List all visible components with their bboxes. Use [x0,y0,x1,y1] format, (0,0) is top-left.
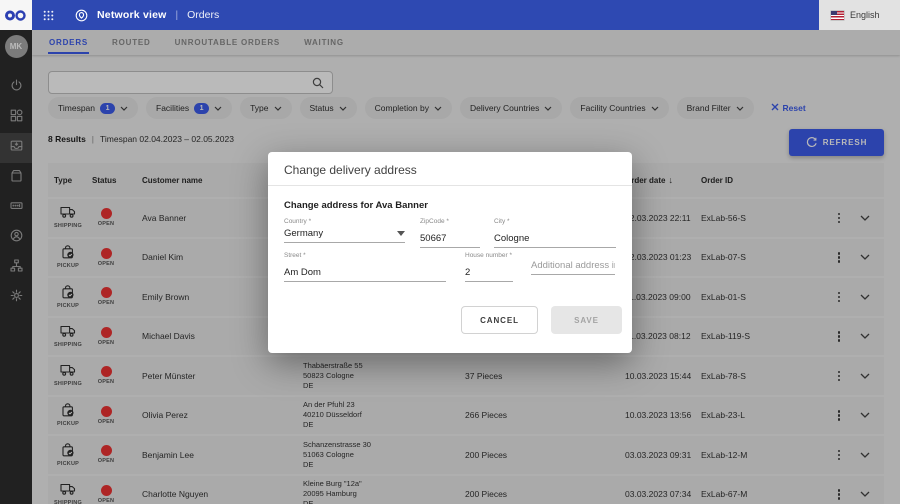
zipcode-label: ZipCode * [420,218,480,225]
street-input[interactable] [284,267,446,282]
modal-divider [268,185,632,186]
us-flag-icon [831,11,844,20]
top-bar-main: Network view | Orders [32,0,819,30]
change-delivery-address-modal: Change delivery address Change address f… [268,152,632,353]
additional-address-field [531,255,615,275]
city-field: City * [494,218,616,248]
language-selector[interactable]: English [819,0,900,30]
network-view-icon [75,9,88,22]
street-label: Street * [284,252,446,259]
nav-title: Network view [97,9,167,21]
nav-separator: | [176,10,179,21]
brand-logo-icon [4,9,28,22]
street-field: Street * [284,252,446,282]
city-input[interactable] [494,233,616,248]
country-field[interactable]: Country * Germany [284,218,405,243]
house-number-label: House number * [465,252,513,259]
language-label: English [850,10,880,20]
brand-logo[interactable] [0,0,32,30]
top-bar: Network view | Orders English [0,0,900,30]
zipcode-input[interactable] [420,233,480,248]
nav-current-page: Orders [187,9,219,21]
save-button[interactable]: SAVE [551,306,622,334]
country-dropdown-caret-icon [397,231,405,236]
house-number-field: House number * [465,252,513,282]
app-screen: Network view | Orders English MK ORDERSR… [0,0,900,504]
modal-title: Change delivery address [284,163,417,177]
modal-subtitle: Change address for Ava Banner [284,200,428,211]
apps-grid-icon[interactable] [43,10,54,21]
zipcode-field: ZipCode * [420,218,480,248]
country-value: Germany [284,228,323,239]
country-label: Country * [284,218,405,225]
house-number-input[interactable] [465,267,513,282]
additional-address-input[interactable] [531,260,615,275]
city-label: City * [494,218,616,225]
cancel-button[interactable]: CANCEL [461,306,538,334]
